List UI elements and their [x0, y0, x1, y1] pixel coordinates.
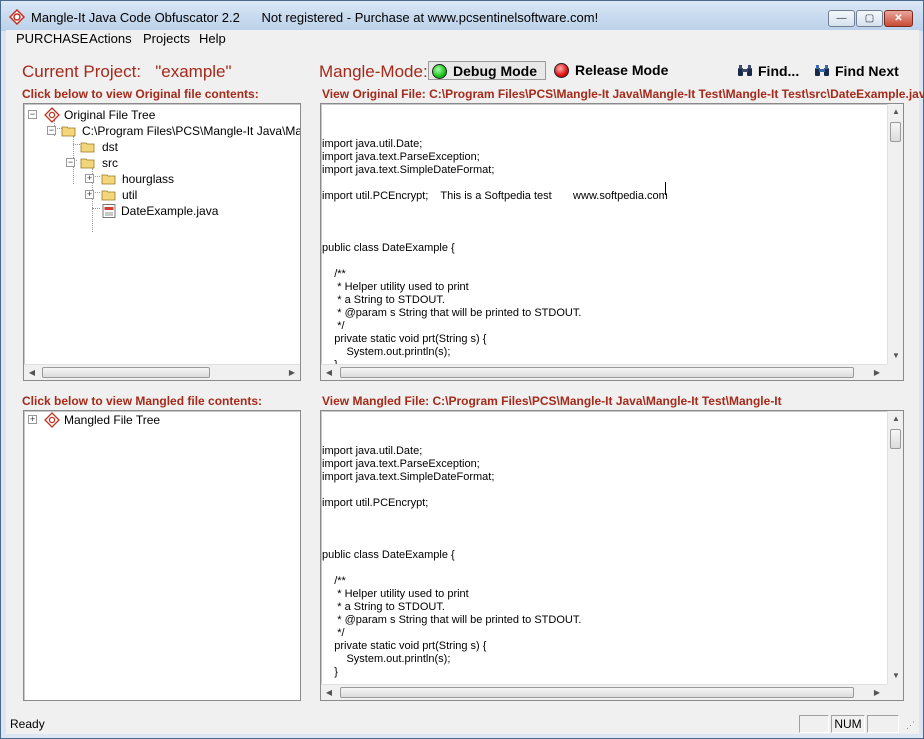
tree-item-util[interactable]: + util	[85, 187, 205, 203]
binoculars-icon	[738, 65, 752, 76]
window-title: Mangle-It Java Code Obfuscator 2.2 Not r…	[31, 10, 599, 25]
menu-purchase[interactable]: PURCHASE	[16, 31, 88, 46]
mangled-tree-caption: Click below to view Mangled file content…	[22, 394, 263, 408]
scrollbar-thumb[interactable]	[42, 367, 210, 378]
tree-item-hourglass[interactable]: + hourglass	[85, 171, 205, 187]
find-button[interactable]: Find...	[737, 62, 799, 80]
text-caret	[665, 182, 666, 195]
scrollbar-thumb[interactable]	[890, 429, 901, 449]
current-project-label: Current Project: "example"	[22, 62, 232, 81]
find-next-button[interactable]: Find Next	[814, 62, 899, 80]
expand-icon[interactable]: +	[85, 174, 94, 183]
scroll-left-icon[interactable]: ◀	[321, 685, 337, 700]
original-file-tree[interactable]: − Original File Tree − C:\Program Files\…	[23, 103, 301, 381]
status-cell-num: NUM	[831, 715, 865, 733]
scroll-up-icon[interactable]: ▲	[888, 411, 903, 427]
scroll-down-icon[interactable]: ▼	[888, 348, 903, 364]
client-area: Current Project: "example" Mangle-Mode: …	[6, 48, 924, 714]
tree-src-label: src	[102, 156, 118, 170]
original-code-view[interactable]: import java.util.Date; import java.text.…	[320, 103, 904, 381]
folder-icon	[101, 174, 116, 185]
status-cell-scroll	[867, 715, 899, 733]
collapse-icon[interactable]: −	[66, 158, 75, 167]
find-label: Find...	[758, 63, 800, 79]
red-status-icon	[554, 63, 569, 78]
scroll-right-icon[interactable]: ▶	[284, 365, 300, 380]
folder-icon	[80, 142, 95, 153]
tree-item-date-example[interactable]: DateExample.java	[101, 203, 241, 219]
app-window: Mangle-It Java Code Obfuscator 2.2 Not r…	[0, 0, 924, 739]
tree-root-icon	[44, 412, 60, 428]
scroll-up-icon[interactable]: ▲	[888, 104, 903, 120]
tree-item-mangled-root[interactable]: + Mangled File Tree	[28, 412, 228, 428]
tree-file-label: DateExample.java	[121, 204, 219, 218]
scroll-right-icon[interactable]: ▶	[869, 365, 885, 380]
minimize-button[interactable]: —	[828, 10, 855, 27]
status-cell-caps	[799, 715, 829, 733]
menu-bar: PURCHASE Actions Projects Help	[6, 30, 919, 48]
scrollbar-thumb[interactable]	[340, 687, 854, 698]
expand-icon[interactable]: +	[28, 415, 37, 424]
close-button[interactable]: ✕	[884, 10, 913, 27]
scroll-corner	[887, 684, 903, 700]
menu-projects[interactable]: Projects	[143, 31, 190, 46]
app-logo-icon	[9, 9, 25, 25]
debug-mode-label: Debug Mode	[453, 63, 537, 79]
tree-item-original-root[interactable]: − Original File Tree	[28, 107, 228, 123]
status-bar: Ready NUM ⋰	[6, 714, 919, 734]
folder-open-icon	[61, 126, 76, 137]
maximize-button[interactable]: ▢	[856, 10, 883, 27]
tree-path-label: C:\Program Files\PCS\Mangle-It Java\Mang…	[82, 124, 301, 138]
scroll-left-icon[interactable]: ◀	[24, 365, 40, 380]
menu-actions[interactable]: Actions	[89, 31, 132, 46]
release-mode-label: Release Mode	[575, 62, 669, 78]
mangled-root-label: Mangled File Tree	[64, 413, 161, 427]
binoculars-icon	[815, 65, 829, 76]
title-bar[interactable]: Mangle-It Java Code Obfuscator 2.2 Not r…	[1, 1, 923, 31]
tree-root-icon	[44, 107, 60, 123]
tree-item-src[interactable]: − src	[66, 155, 166, 171]
horizontal-scrollbar[interactable]: ◀ ▶	[321, 684, 887, 700]
mangled-code-text[interactable]: import java.util.Date; import java.text.…	[322, 419, 581, 679]
vertical-scrollbar[interactable]: ▲ ▼	[887, 411, 903, 684]
release-mode-button[interactable]: Release Mode	[551, 61, 681, 80]
mangled-code-view[interactable]: import java.util.Date; import java.text.…	[320, 410, 904, 701]
collapse-icon[interactable]: −	[47, 126, 56, 135]
horizontal-scrollbar[interactable]: ◀ ▶	[321, 364, 887, 380]
folder-open-icon	[80, 158, 95, 169]
vertical-scrollbar[interactable]: ▲ ▼	[887, 104, 903, 364]
debug-mode-button[interactable]: Debug Mode	[428, 61, 546, 80]
mangled-file-caption: View Mangled File: C:\Program Files\PCS\…	[322, 394, 782, 408]
expand-icon[interactable]: +	[85, 190, 94, 199]
green-status-icon	[432, 64, 447, 79]
original-file-caption: View Original File: C:\Program Files\PCS…	[322, 87, 924, 101]
original-tree-caption: Click below to view Original file conten…	[22, 87, 259, 101]
scrollbar-thumb[interactable]	[890, 122, 901, 142]
collapse-icon[interactable]: −	[28, 110, 37, 119]
original-code-text[interactable]: import java.util.Date; import java.text.…	[322, 112, 668, 372]
folder-icon	[101, 190, 116, 201]
mangled-file-tree[interactable]: + Mangled File Tree	[23, 410, 301, 701]
horizontal-scrollbar[interactable]: ◀ ▶	[24, 364, 300, 380]
scroll-down-icon[interactable]: ▼	[888, 668, 903, 684]
tree-util-label: util	[122, 188, 138, 202]
java-file-icon	[102, 204, 116, 218]
scroll-corner	[887, 364, 903, 380]
scrollbar-thumb[interactable]	[340, 367, 854, 378]
resize-grip-icon[interactable]: ⋰	[906, 720, 915, 731]
find-next-label: Find Next	[835, 63, 899, 79]
status-text: Ready	[10, 717, 45, 731]
scroll-right-icon[interactable]: ▶	[869, 685, 885, 700]
tree-hourglass-label: hourglass	[122, 172, 175, 186]
tree-root-label: Original File Tree	[64, 108, 156, 122]
tree-dst-label: dst	[102, 140, 119, 154]
tree-item-dst[interactable]: dst	[80, 139, 180, 155]
menu-help[interactable]: Help	[199, 31, 226, 46]
tree-item-path[interactable]: − C:\Program Files\PCS\Mangle-It Java\Ma…	[47, 123, 301, 139]
scroll-left-icon[interactable]: ◀	[321, 365, 337, 380]
mangle-mode-label: Mangle-Mode:	[319, 62, 428, 81]
